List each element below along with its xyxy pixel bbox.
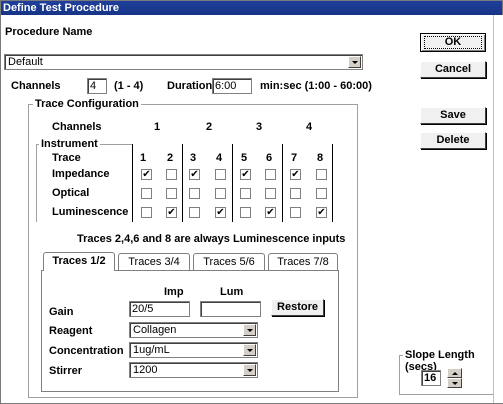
window-title: Define Test Procedure [3,2,119,14]
channel-divider-4 [282,144,283,222]
cancel-button[interactable]: Cancel [420,61,486,78]
title-bar: Define Test Procedure [1,1,502,15]
procedure-name-value: Default [8,56,43,68]
spin-down-icon[interactable] [447,378,462,388]
luminescence-trace-1-checkbox[interactable] [141,207,152,218]
luminescence-trace-4-checkbox[interactable]: ✔ [215,207,226,218]
chevron-down-icon[interactable] [243,344,256,356]
optical-label: Optical [52,187,90,199]
luminescence-note: Traces 2,4,6 and 8 are always Luminescen… [77,233,346,245]
stirrer-label: Stirrer [49,365,83,377]
concentration-label: Concentration [49,345,124,357]
tab-traces-3-4[interactable]: Traces 3/4 [118,253,190,270]
luminescence-trace-3-checkbox[interactable] [189,207,200,218]
luminescence-trace-5-checkbox[interactable] [240,207,251,218]
trace-number-1: 1 [140,152,147,164]
channels-range: (1 - 4) [114,80,144,92]
channel-divider-1 [132,144,133,222]
luminescence-label: Luminescence [52,206,129,218]
reagent-label: Reagent [49,325,93,337]
tab-traces-7-8[interactable]: Traces 7/8 [268,253,338,270]
impedance-trace-1-checkbox[interactable]: ✔ [141,169,152,180]
channel-number-4: 4 [306,121,313,133]
trace-number-3: 3 [190,152,197,164]
duration-label: Duration [167,80,213,92]
impedance-trace-2-checkbox[interactable] [166,169,177,180]
slope-length-spinner[interactable] [447,368,462,388]
chevron-down-icon[interactable] [348,56,361,68]
procedure-name-select[interactable]: Default [4,54,363,70]
channels-header: Channels [52,121,102,133]
channels-input[interactable]: 4 [87,78,107,94]
trace-number-8: 8 [317,152,324,164]
trace-number-6: 6 [266,152,273,164]
optical-trace-7-checkbox[interactable] [290,188,301,199]
instrument-title: Instrument [39,138,100,150]
optical-trace-8-checkbox[interactable] [316,188,327,199]
optical-trace-4-checkbox[interactable] [215,188,226,199]
dialog-window: Define Test Procedure Procedure Name Def… [0,0,503,404]
chevron-down-icon[interactable] [243,324,256,336]
luminescence-trace-7-checkbox[interactable] [290,207,301,218]
channel-divider-2 [182,144,183,222]
impedance-trace-8-checkbox[interactable] [316,169,327,180]
trace-configuration-title: Trace Configuration [33,98,141,110]
window-right-edge [493,15,503,403]
impedance-trace-3-checkbox[interactable]: ✔ [189,169,200,180]
impedance-trace-4-checkbox[interactable] [215,169,226,180]
luminescence-trace-8-checkbox[interactable]: ✔ [316,207,327,218]
reagent-value: Collagen [133,324,177,336]
optical-trace-1-checkbox[interactable] [141,188,152,199]
procedure-name-label: Procedure Name [5,26,93,38]
channel-number-1: 1 [154,121,161,133]
chevron-down-icon[interactable] [243,364,256,376]
optical-trace-2-checkbox[interactable] [166,188,177,199]
trace-number-7: 7 [291,152,298,164]
impedance-trace-5-checkbox[interactable]: ✔ [240,169,251,180]
reagent-select[interactable]: Collagen [129,322,258,338]
trace-number-4: 4 [216,152,223,164]
ok-button[interactable]: OK [420,33,486,52]
restore-button[interactable]: Restore [271,299,324,316]
channels-label: Channels [11,80,61,92]
impedance-trace-7-checkbox[interactable]: ✔ [290,169,301,180]
imp-header: Imp [164,286,184,298]
gain-label: Gain [49,306,74,318]
channel-divider-3 [232,144,233,222]
optical-trace-3-checkbox[interactable] [189,188,200,199]
spin-up-icon[interactable] [447,368,462,378]
trace-number-5: 5 [241,152,248,164]
tab-traces-5-6[interactable]: Traces 5/6 [193,253,265,270]
lum-header: Lum [220,286,244,298]
gain-lum-input[interactable] [200,301,261,317]
duration-range: min:sec (1:00 - 60:00) [260,80,372,92]
slope-length-input[interactable]: 16 [421,370,441,386]
optical-trace-6-checkbox[interactable] [265,188,276,199]
channel-number-3: 3 [256,121,263,133]
stirrer-select[interactable]: 1200 [129,362,258,378]
luminescence-trace-6-checkbox[interactable]: ✔ [265,207,276,218]
impedance-label: Impedance [52,168,110,180]
trace-label: Trace [52,152,81,164]
ok-button-label: OK [424,36,482,49]
luminescence-trace-2-checkbox[interactable]: ✔ [166,207,177,218]
duration-input[interactable]: 6:00 [212,78,252,94]
optical-trace-5-checkbox[interactable] [240,188,251,199]
delete-button[interactable]: Delete [420,132,486,149]
trace-number-2: 2 [167,152,174,164]
save-button[interactable]: Save [420,107,486,124]
concentration-value: 1ug/mL [133,344,170,356]
impedance-trace-6-checkbox[interactable] [265,169,276,180]
gain-imp-input[interactable]: 20/5 [129,301,190,317]
channel-number-2: 2 [206,121,213,133]
concentration-select[interactable]: 1ug/mL [129,342,258,358]
channel-divider-5 [332,144,333,222]
stirrer-value: 1200 [133,364,158,376]
tab-traces-1-2[interactable]: Traces 1/2 [43,252,115,271]
